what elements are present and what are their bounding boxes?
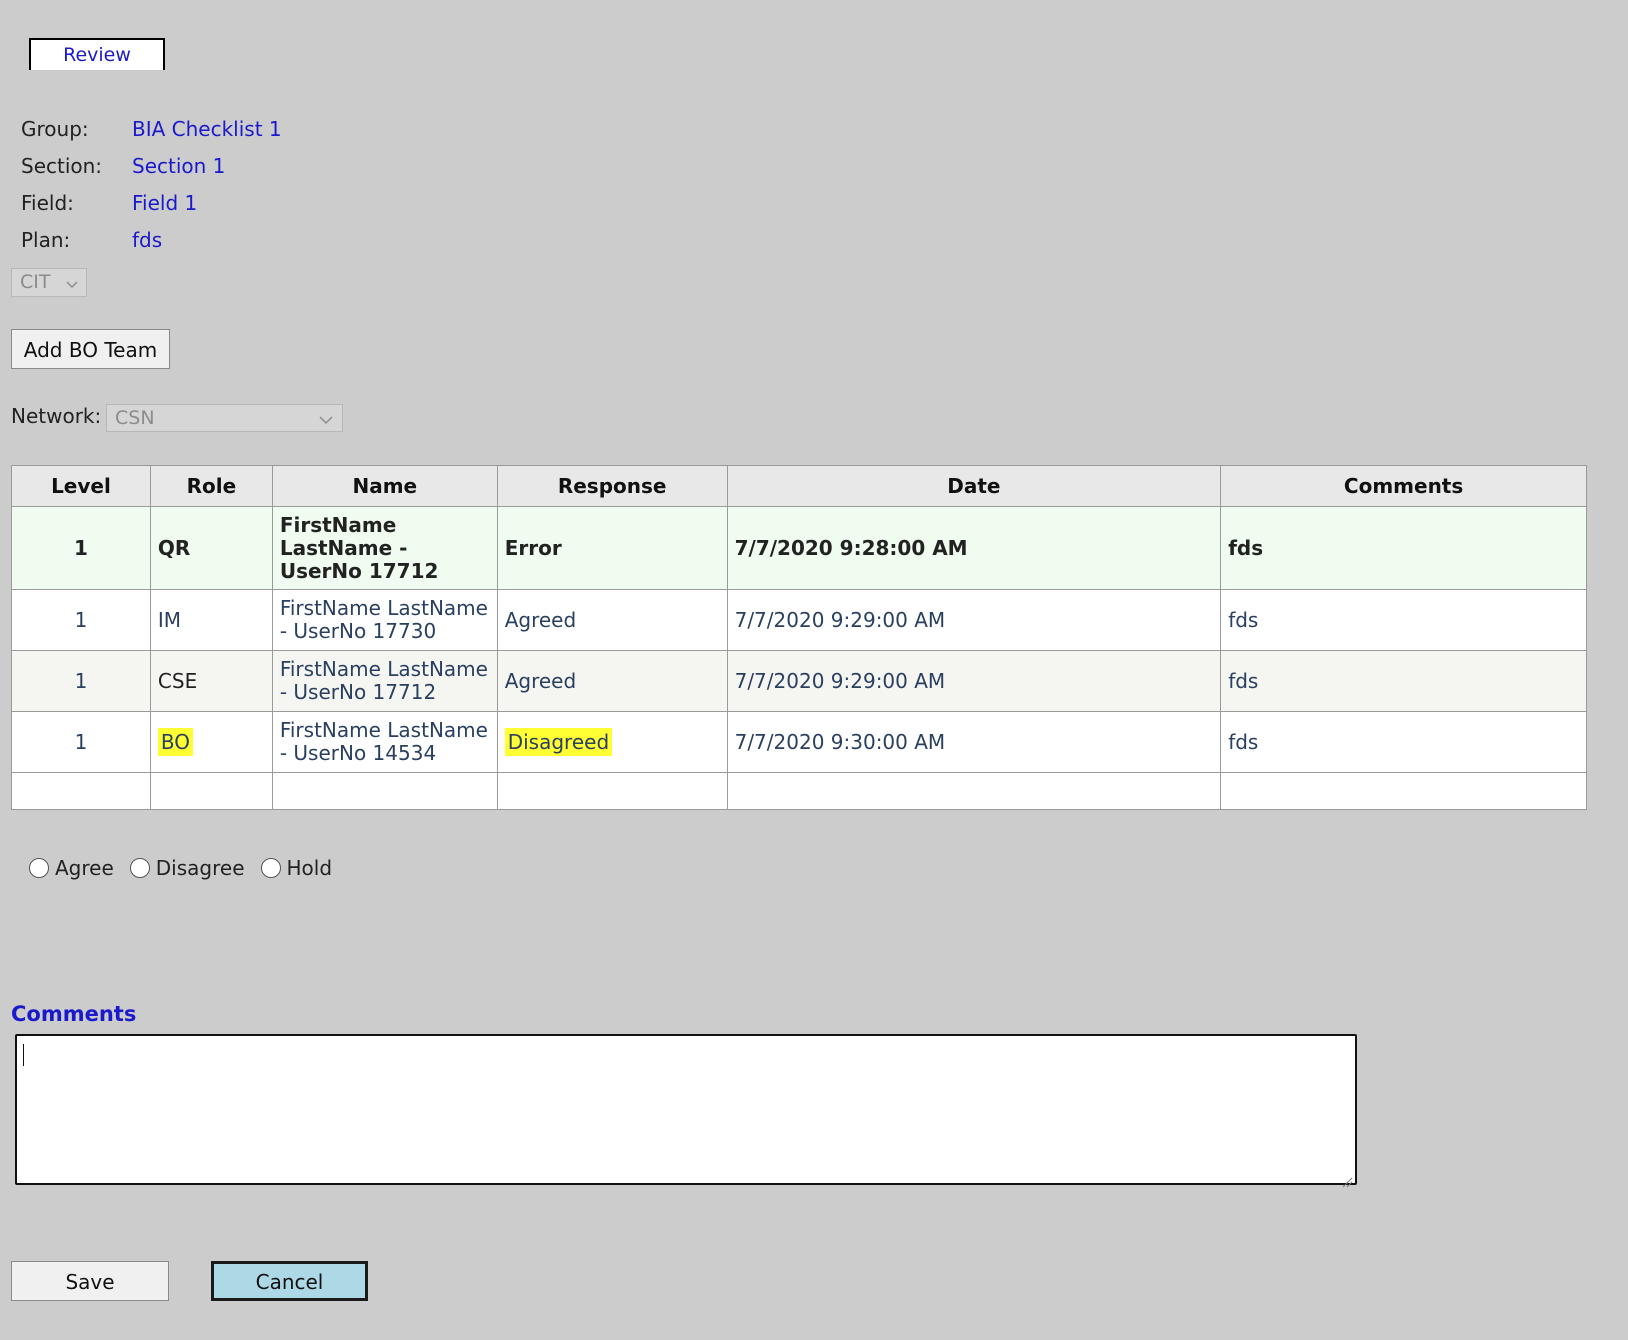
cell-comments: fds [1220,711,1587,773]
section-link[interactable]: Section 1 [132,154,225,178]
radio-disagree[interactable]: Disagree [129,856,245,880]
tab-review[interactable]: Review [29,38,165,70]
cell-date: 7/7/2020 9:28:00 AM [726,506,1222,590]
cell-empty [726,772,1222,810]
cancel-button[interactable]: Cancel [211,1261,368,1301]
group-link[interactable]: BIA Checklist 1 [132,117,282,141]
header-response: Response [496,465,728,507]
review-table: Level Role Name Response Date Comments 1… [11,465,1587,810]
header-level: Level [11,465,151,507]
cell-comments: fds [1220,650,1587,712]
cell-response: Agreed [496,650,728,712]
radio-label: Disagree [155,856,245,880]
table-row: 1 IM FirstName LastName - UserNo 17730 A… [11,589,1587,651]
info-row-plan: Plan: fds [21,221,282,258]
cell-level: 1 [11,711,151,773]
cell-response: Disagreed [496,711,728,773]
chevron-down-icon [65,274,79,301]
cell-role: BO [149,711,273,773]
cell-response: Error [496,506,728,590]
cell-date: 7/7/2020 9:29:00 AM [726,589,1222,651]
comments-label: Comments [11,1002,137,1026]
info-block: Group: BIA Checklist 1 Section: Section … [21,110,282,258]
response-radio-group: Agree Disagree Hold [29,856,348,880]
group-label: Group: [21,116,89,141]
plan-link[interactable]: fds [132,228,162,252]
table-row: 1 CSE FirstName LastName - UserNo 17712 … [11,650,1587,712]
network-select-value: CSN [115,407,155,429]
cell-level: 1 [11,506,151,590]
cit-select-value: CIT [20,271,51,293]
highlight-role: BO [157,728,194,756]
save-button[interactable]: Save [11,1261,169,1301]
network-label: Network: [11,404,102,428]
header-name: Name [271,465,498,507]
highlight-response: Disagreed [504,728,613,756]
cell-role: IM [149,589,273,651]
cell-empty [271,772,498,810]
cell-level: 1 [11,589,151,651]
radio-button[interactable] [260,858,281,878]
cell-empty [149,772,273,810]
table-row: 1 BO FirstName LastName - UserNo 14534 D… [11,711,1587,773]
cell-empty [11,772,151,810]
cell-date: 7/7/2020 9:29:00 AM [726,650,1222,712]
cell-name: FirstName LastName - UserNo 17712 [271,506,498,590]
field-label: Field: [21,190,74,215]
cell-empty [496,772,728,810]
cell-comments: fds [1220,589,1587,651]
network-select[interactable]: CSN [106,404,343,432]
radio-agree[interactable]: Agree [29,856,114,880]
comments-textarea[interactable] [15,1034,1357,1188]
cell-role: QR [149,506,273,590]
add-bo-team-button[interactable]: Add BO Team [11,329,170,369]
chevron-down-icon [318,410,334,436]
header-comments: Comments [1220,465,1587,507]
header-role: Role [149,465,273,507]
radio-label: Hold [286,856,333,880]
info-row-group: Group: BIA Checklist 1 [21,110,282,147]
cell-date: 7/7/2020 9:30:00 AM [726,711,1222,773]
text-caret [23,1044,24,1066]
radio-button[interactable] [129,858,150,878]
info-row-field: Field: Field 1 [21,184,282,221]
radio-label: Agree [55,856,114,880]
resize-handle-icon[interactable] [1341,1169,1353,1188]
table-row-empty [11,772,1587,810]
table-row: 1 QR FirstName LastName - UserNo 17712 E… [11,506,1587,590]
plan-label: Plan: [21,227,71,252]
cell-level: 1 [11,650,151,712]
cell-response: Agreed [496,589,728,651]
cell-comments: fds [1220,506,1587,590]
field-link[interactable]: Field 1 [132,191,197,215]
table-header-row: Level Role Name Response Date Comments [11,465,1587,507]
radio-hold[interactable]: Hold [260,856,333,880]
cell-empty [1220,772,1587,810]
header-date: Date [726,465,1222,507]
cell-name: FirstName LastName - UserNo 14534 [271,711,498,773]
cit-select[interactable]: CIT [11,268,87,297]
info-row-section: Section: Section 1 [21,147,282,184]
radio-button[interactable] [29,858,49,878]
cell-role: CSE [149,650,273,712]
cell-name: FirstName LastName - UserNo 17712 [271,650,498,712]
section-label: Section: [21,153,103,178]
cell-name: FirstName LastName - UserNo 17730 [271,589,498,651]
